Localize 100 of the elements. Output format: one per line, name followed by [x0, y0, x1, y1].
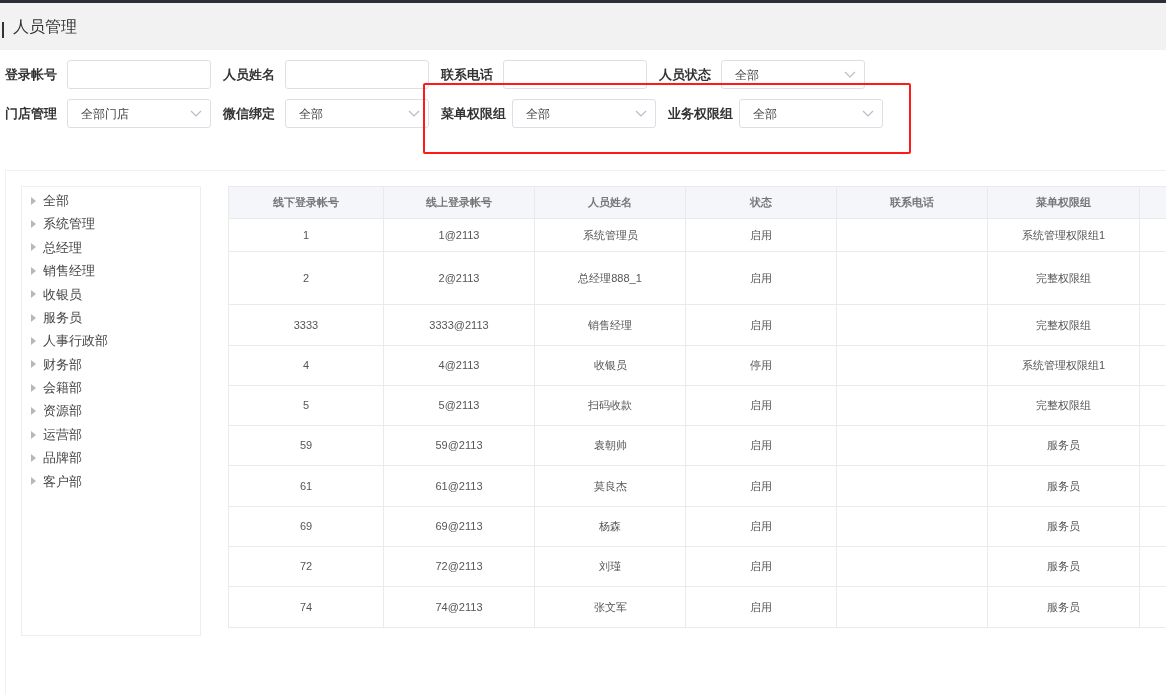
tree-item[interactable]: 全部 — [43, 190, 69, 211]
table-cell: 服务员 — [987, 586, 1140, 628]
column-header: 线下登录帐号 — [228, 186, 384, 219]
table-cell: 5@2113 — [383, 385, 535, 426]
filter-label: 菜单权限组 — [441, 104, 506, 123]
caret-icon[interactable] — [31, 337, 36, 346]
chevron-down-icon — [635, 110, 647, 117]
column-header: 人员姓名 — [534, 186, 686, 219]
filter-label: 微信绑定 — [223, 104, 276, 123]
tree-item[interactable]: 运营部 — [43, 424, 82, 445]
dropdown[interactable]: 全部 — [739, 99, 883, 128]
tree-item[interactable]: 服务员 — [43, 307, 82, 328]
table-cell: 启用 — [685, 465, 837, 507]
table-cell: 4@2113 — [383, 345, 535, 386]
chevron-down-icon — [862, 110, 874, 117]
table-cell: 服务员 — [987, 465, 1140, 507]
table-cell: 启用 — [685, 425, 837, 466]
dropdown[interactable]: 全部门店 — [67, 99, 211, 128]
table-cell: 2@2113 — [383, 251, 535, 305]
tree-item[interactable]: 会籍部 — [43, 378, 82, 398]
tree-item[interactable]: 资源部 — [43, 401, 82, 421]
table-cell: 完整权限组 — [987, 385, 1140, 426]
table-cell: 3333 — [228, 304, 384, 346]
table-cell: 5 — [228, 385, 384, 426]
caret-icon[interactable] — [31, 313, 36, 322]
table-cell: 59@2113 — [383, 425, 535, 466]
table-cell: 启用 — [685, 546, 837, 587]
filter-label: 登录帐号 — [5, 65, 58, 84]
column-header: 菜单权限组 — [987, 186, 1140, 219]
table-cell: 莫良杰 — [534, 465, 686, 507]
table-cell: 杨森 — [534, 506, 686, 547]
table-cell: 启用 — [685, 304, 837, 346]
table-cell: 总经理888_1 — [534, 251, 686, 305]
table-cell: 系统管理权限组1 — [987, 218, 1140, 252]
table-cell: 服务员 — [987, 506, 1140, 547]
tree-item[interactable]: 系统管理 — [43, 214, 95, 234]
table-cell: 系统管理权限组1 — [987, 345, 1140, 386]
tree-item[interactable]: 客户部 — [43, 471, 82, 492]
dropdown[interactable]: 全部 — [512, 99, 656, 128]
caret-icon[interactable] — [31, 454, 36, 462]
filter-label: 门店管理 — [5, 104, 58, 123]
input-field[interactable] — [285, 60, 429, 89]
column-header: 状态 — [685, 186, 837, 219]
caret-icon[interactable] — [31, 407, 36, 416]
caret-icon[interactable] — [31, 196, 36, 205]
table-cell: 启用 — [685, 506, 837, 547]
table-cell: 销售经理 — [534, 304, 686, 346]
table-cell: 启用 — [685, 586, 837, 628]
table-cell: 61@2113 — [383, 465, 535, 507]
tree-item[interactable]: 总经理 — [43, 237, 82, 258]
table-cell: 系统管理员 — [534, 218, 686, 252]
table-cell: 完整权限组 — [987, 251, 1140, 305]
caret-icon[interactable] — [31, 383, 36, 392]
tree-item[interactable]: 人事行政部 — [43, 331, 108, 351]
caret-icon[interactable] — [31, 243, 36, 252]
caret-icon[interactable] — [31, 430, 36, 439]
dropdown[interactable]: 全部 — [285, 99, 429, 128]
table-cell: 服务员 — [987, 425, 1140, 466]
filter-label: 联系电话 — [441, 65, 494, 84]
filter-label: 业务权限组 — [668, 104, 733, 123]
filter-label: 人员姓名 — [223, 65, 276, 84]
table-cell: 69 — [228, 506, 384, 547]
table-cell: 1@2113 — [383, 218, 535, 252]
filter-label: 人员状态 — [659, 65, 712, 84]
table-cell: 72@2113 — [383, 546, 535, 587]
page-title: 人员管理 — [13, 16, 77, 37]
table-cell: 1 — [228, 218, 384, 252]
table-cell: 4 — [228, 345, 384, 386]
tree-item[interactable]: 收银员 — [43, 284, 82, 304]
input-field[interactable] — [67, 60, 211, 89]
table-cell: 扫码收款 — [534, 385, 686, 426]
dropdown[interactable]: 全部 — [721, 60, 865, 89]
table-cell: 服务员 — [987, 546, 1140, 587]
column-header: 线上登录帐号 — [383, 186, 535, 219]
input-field[interactable] — [503, 60, 647, 89]
table-cell: 启用 — [685, 385, 837, 426]
chevron-down-icon — [844, 71, 856, 78]
table-cell: 74@2113 — [383, 586, 535, 628]
caret-icon[interactable] — [31, 220, 36, 229]
table-cell: 3333@2113 — [383, 304, 535, 346]
table-cell: 74 — [228, 586, 384, 628]
table-cell: 完整权限组 — [987, 304, 1140, 346]
table-cell: 刘瑾 — [534, 546, 686, 587]
chevron-down-icon — [408, 110, 420, 117]
table-cell: 59 — [228, 425, 384, 466]
caret-icon[interactable] — [31, 290, 36, 299]
table-cell: 停用 — [685, 345, 837, 386]
tree-item[interactable]: 品牌部 — [43, 448, 82, 468]
column-header: 联系电话 — [836, 186, 988, 219]
caret-icon[interactable] — [31, 360, 36, 369]
table-cell: 69@2113 — [383, 506, 535, 547]
table-cell: 张文军 — [534, 586, 686, 628]
tree-item[interactable]: 财务部 — [43, 354, 82, 375]
table-cell: 袁朝帅 — [534, 425, 686, 466]
caret-icon[interactable] — [31, 266, 36, 275]
tree-item[interactable]: 销售经理 — [43, 261, 95, 281]
table-cell: 2 — [228, 251, 384, 305]
caret-icon[interactable] — [31, 477, 36, 486]
table-cell: 61 — [228, 465, 384, 507]
table-cell: 72 — [228, 546, 384, 587]
